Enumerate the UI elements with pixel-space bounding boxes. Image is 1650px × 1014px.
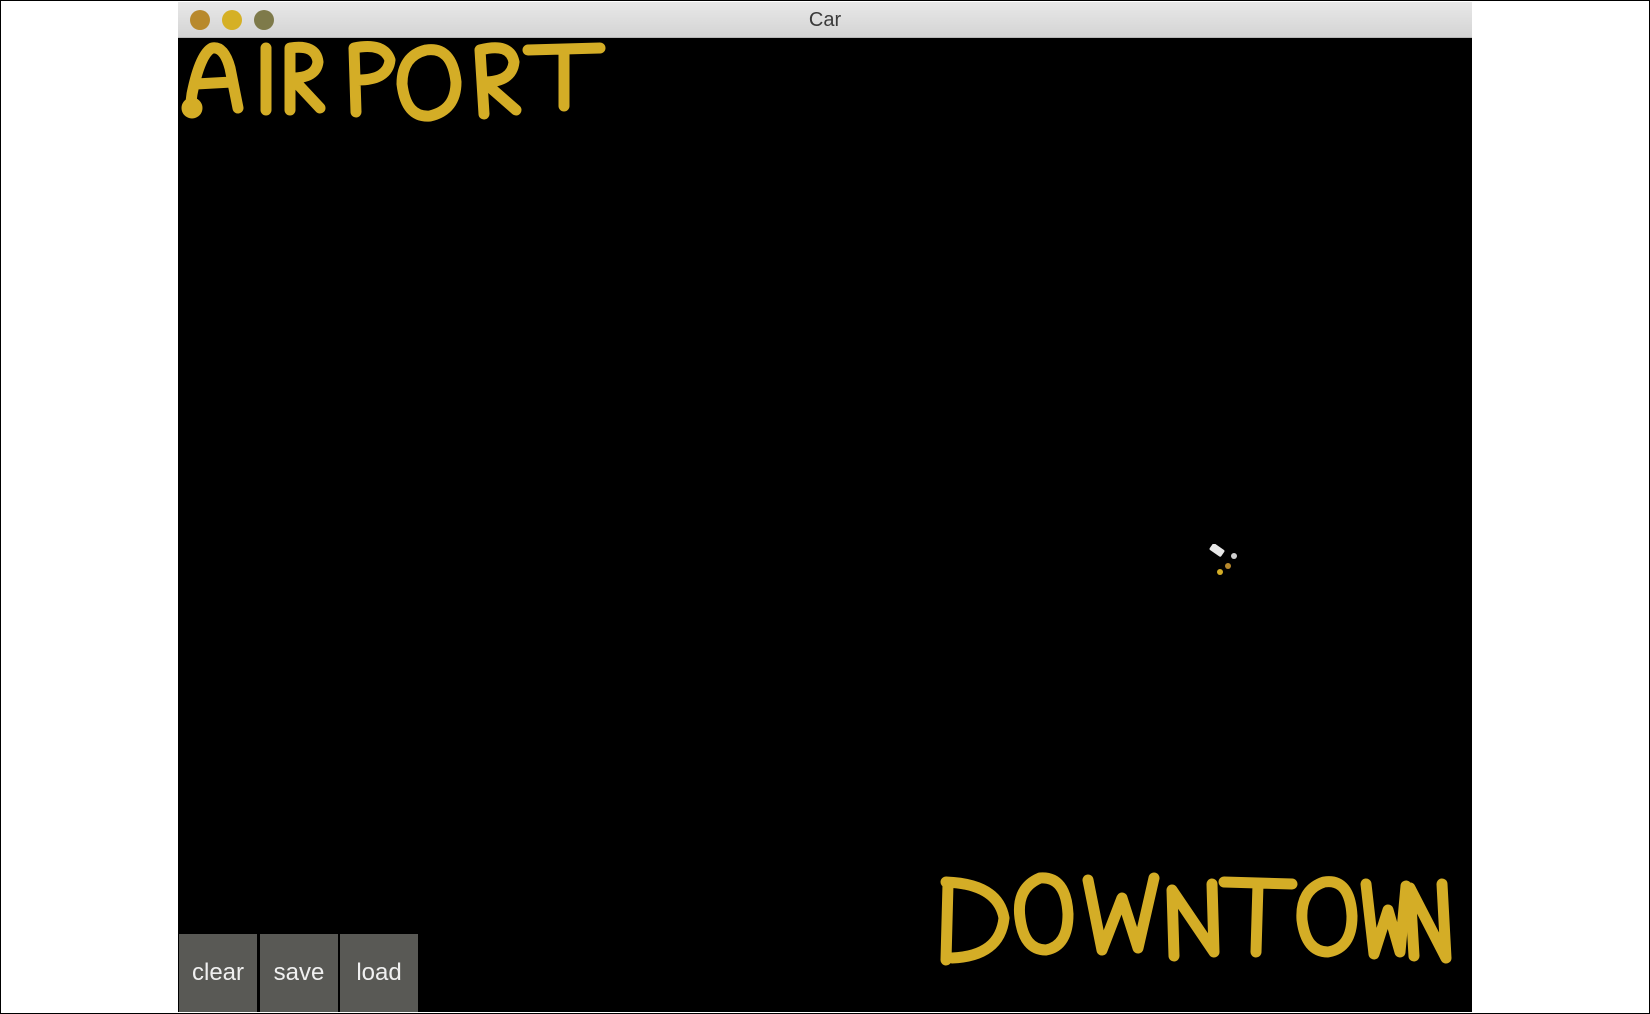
- save-button[interactable]: save: [260, 934, 338, 1012]
- sand-drawing: [181, 41, 1452, 966]
- car-icon: [1209, 544, 1237, 575]
- app-window: Car clear save load: [178, 2, 1472, 1012]
- drawing-canvas[interactable]: clear save load AIRPORT DOWNTOWN: [178, 38, 1472, 1012]
- downtown-hand-lettering: [940, 872, 1452, 966]
- window-title: Car: [808, 9, 842, 31]
- load-button[interactable]: load: [340, 934, 418, 1012]
- airport-hand-lettering: [181, 41, 606, 122]
- clear-button[interactable]: clear: [179, 934, 257, 1012]
- title-bar[interactable]: Car: [178, 2, 1472, 38]
